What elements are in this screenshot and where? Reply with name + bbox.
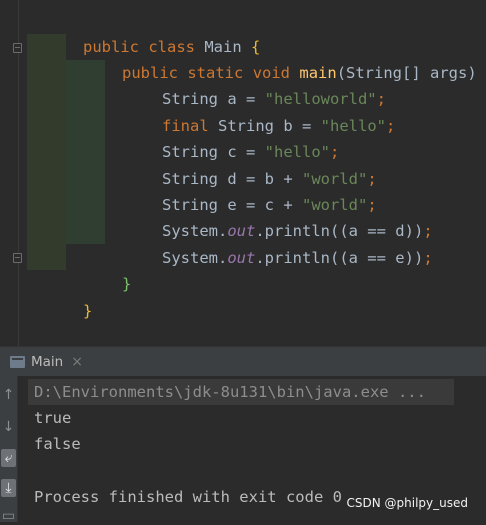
output-line: true xyxy=(34,409,72,427)
command-text: D:\Environments\jdk-8u131\bin\java.exe .… xyxy=(34,383,426,401)
code-line: } xyxy=(122,275,132,293)
output-line: false xyxy=(34,435,81,453)
tab-main[interactable]: Main × xyxy=(10,347,83,377)
code-line: } xyxy=(83,302,93,320)
code-line: final String b = "hello"; xyxy=(162,117,396,135)
run-tool-window-header: Main × xyxy=(0,346,486,377)
code-line: public class Main { xyxy=(83,38,261,56)
code-editor[interactable]: public class Main { public static void m… xyxy=(0,0,486,346)
watermark: CSDN @philpy_used xyxy=(346,496,469,510)
code-line: String a = "helloworld"; xyxy=(162,90,386,108)
arrow-up-icon[interactable]: ↑ xyxy=(1,386,16,404)
fold-icon[interactable] xyxy=(13,253,22,263)
console-icon xyxy=(10,356,25,368)
close-icon[interactable]: × xyxy=(71,354,83,370)
code-line: String e = c + "world"; xyxy=(162,196,377,214)
code-line: String c = "hello"; xyxy=(162,143,340,161)
scroll-to-end-icon[interactable]: ⤓ xyxy=(1,479,16,497)
code-line: public static void main(String[] args) { xyxy=(122,64,486,82)
code-line: String d = b + "world"; xyxy=(162,170,377,188)
print-icon[interactable]: ▭ xyxy=(1,507,16,525)
tab-label: Main xyxy=(31,354,64,370)
console-toolbar: ↑ ↓ ⤶ ⤓ ▭ xyxy=(0,376,18,525)
code-line: System.out.println((a == d)); xyxy=(162,222,433,240)
code-line: System.out.println((a == e)); xyxy=(162,249,433,267)
soft-wrap-icon[interactable]: ⤶ xyxy=(1,449,16,467)
arrow-down-icon[interactable]: ↓ xyxy=(1,418,16,436)
fold-icon[interactable] xyxy=(13,43,22,53)
exit-message: Process finished with exit code 0 xyxy=(34,488,342,506)
